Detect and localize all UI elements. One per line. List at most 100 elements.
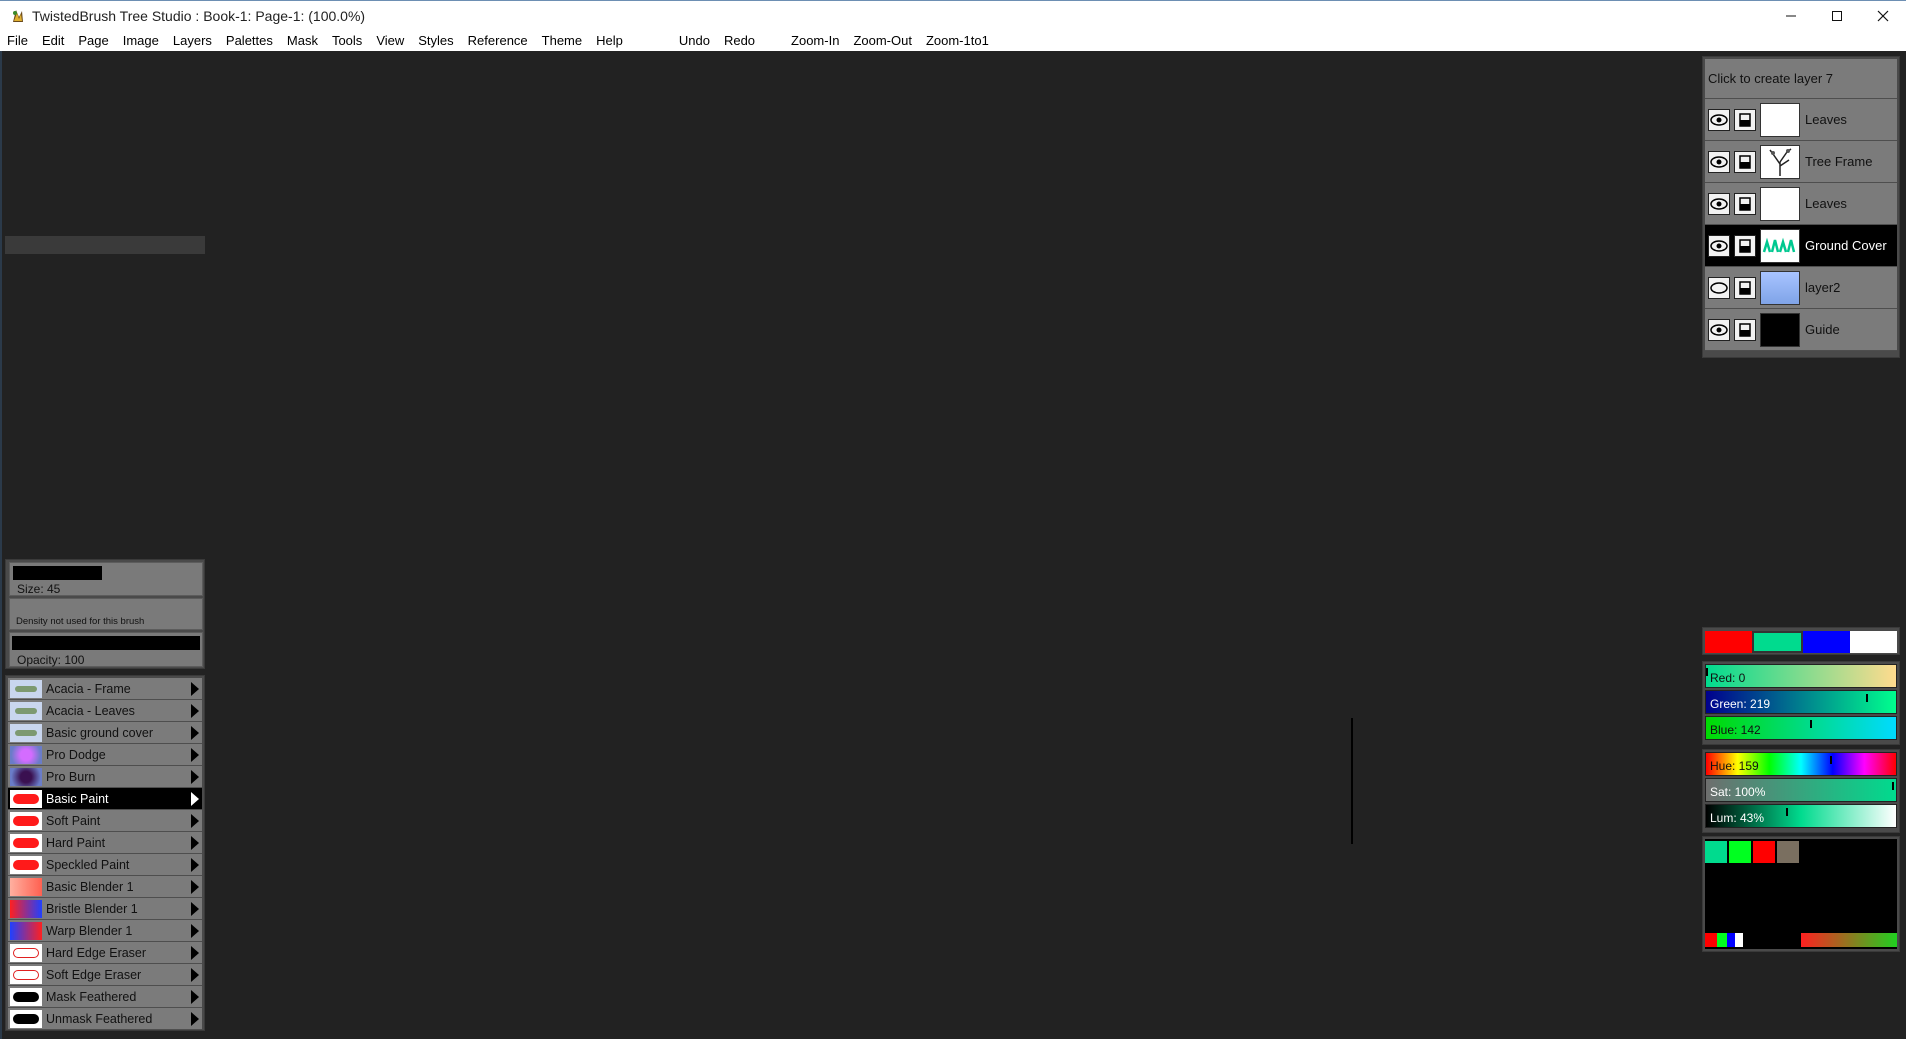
brush-item[interactable]: Acacia - Leaves xyxy=(8,700,202,722)
zoom-1to1-button[interactable]: Zoom-1to1 xyxy=(919,30,996,51)
brush-item[interactable]: Bristle Blender 1 xyxy=(8,898,202,920)
eye-icon[interactable] xyxy=(1708,318,1730,341)
create-layer-button[interactable]: Click to create layer 7 xyxy=(1705,59,1897,99)
lock-icon[interactable] xyxy=(1734,318,1756,341)
brush-item[interactable]: Unmask Feathered xyxy=(8,1008,202,1030)
lock-icon[interactable] xyxy=(1734,276,1756,299)
eye-closed-icon[interactable] xyxy=(1708,276,1730,299)
brush-item[interactable]: Warp Blender 1 xyxy=(8,920,202,942)
zoom-out-button[interactable]: Zoom-Out xyxy=(846,30,919,51)
brush-item[interactable]: Soft Paint xyxy=(8,810,202,832)
green-slider[interactable]: Green: 219 xyxy=(1705,690,1897,714)
hue-slider[interactable]: Hue: 159 xyxy=(1705,752,1897,776)
submenu-arrow-icon[interactable] xyxy=(191,1012,199,1026)
color-swatch[interactable] xyxy=(1850,631,1897,653)
minimize-icon[interactable] xyxy=(1768,1,1814,31)
eye-icon[interactable] xyxy=(1708,192,1730,215)
brush-item[interactable]: Basic Paint xyxy=(8,788,202,810)
submenu-arrow-icon[interactable] xyxy=(191,880,199,894)
lock-icon[interactable] xyxy=(1734,234,1756,257)
menu-view[interactable]: View xyxy=(369,30,411,51)
saturation-slider[interactable]: Sat: 100% xyxy=(1705,778,1897,802)
brush-item[interactable]: Speckled Paint xyxy=(8,854,202,876)
luminance-slider[interactable]: Lum: 43% xyxy=(1705,804,1897,828)
layer-row[interactable]: Guide xyxy=(1705,309,1897,351)
brush-item[interactable]: Mask Feathered xyxy=(8,986,202,1008)
submenu-arrow-icon[interactable] xyxy=(191,682,199,696)
burn-brush-icon xyxy=(10,767,42,786)
lock-icon[interactable] xyxy=(1734,192,1756,215)
menu-help[interactable]: Help xyxy=(589,30,630,51)
menu-page[interactable]: Page xyxy=(71,30,115,51)
submenu-arrow-icon[interactable] xyxy=(191,990,199,1004)
menu-image[interactable]: Image xyxy=(116,30,166,51)
menu-palettes[interactable]: Palettes xyxy=(219,30,280,51)
menu-styles[interactable]: Styles xyxy=(411,30,460,51)
red-slider[interactable]: Red: 0 xyxy=(1705,664,1897,688)
window-title: TwistedBrush Tree Studio : Book-1: Page-… xyxy=(32,7,366,24)
brush-item[interactable]: Acacia - Frame xyxy=(8,678,202,700)
palette-swatch[interactable] xyxy=(1753,841,1775,863)
title-bar: TwistedBrush Tree Studio : Book-1: Page-… xyxy=(0,0,1906,30)
brush-item[interactable]: Basic Blender 1 xyxy=(8,876,202,898)
submenu-arrow-icon[interactable] xyxy=(191,858,199,872)
palette-color-strip[interactable] xyxy=(1717,933,1727,947)
palette-color-strip[interactable] xyxy=(1727,933,1735,947)
eye-icon[interactable] xyxy=(1708,234,1730,257)
lock-icon[interactable] xyxy=(1734,150,1756,173)
blender-brush-icon xyxy=(10,877,42,896)
eye-icon[interactable] xyxy=(1708,108,1730,131)
menu-file[interactable]: File xyxy=(0,30,35,51)
submenu-arrow-icon[interactable] xyxy=(191,726,199,740)
palette-color-strip[interactable] xyxy=(1735,933,1743,947)
submenu-arrow-icon[interactable] xyxy=(191,836,199,850)
maximize-icon[interactable] xyxy=(1814,1,1860,31)
undo-button[interactable]: Undo xyxy=(672,30,717,51)
palette-gradient-strip[interactable] xyxy=(1801,933,1897,947)
close-icon[interactable] xyxy=(1860,1,1906,31)
palette-swatch[interactable] xyxy=(1777,841,1799,863)
redo-button[interactable]: Redo xyxy=(717,30,762,51)
luminance-slider-marker xyxy=(1786,808,1788,816)
brush-item[interactable]: Pro Dodge xyxy=(8,744,202,766)
brush-item[interactable]: Hard Paint xyxy=(8,832,202,854)
palette-color-strip[interactable] xyxy=(1705,933,1717,947)
palette-swatch[interactable] xyxy=(1705,841,1727,863)
brush-item[interactable]: Hard Edge Eraser xyxy=(8,942,202,964)
submenu-arrow-icon[interactable] xyxy=(191,924,199,938)
menu-theme[interactable]: Theme xyxy=(535,30,589,51)
density-slider[interactable]: Density not used for this brush xyxy=(9,598,203,630)
brush-item[interactable]: Basic ground cover xyxy=(8,722,202,744)
lock-icon[interactable] xyxy=(1734,108,1756,131)
layer-row[interactable]: layer2 xyxy=(1705,267,1897,309)
layer-row[interactable]: Ground Cover xyxy=(1705,225,1897,267)
submenu-arrow-icon[interactable] xyxy=(191,946,199,960)
eye-icon[interactable] xyxy=(1708,150,1730,173)
zoom-in-button[interactable]: Zoom-In xyxy=(784,30,846,51)
menu-layers[interactable]: Layers xyxy=(166,30,219,51)
brush-item[interactable]: Pro Burn xyxy=(8,766,202,788)
submenu-arrow-icon[interactable] xyxy=(191,902,199,916)
submenu-arrow-icon[interactable] xyxy=(191,704,199,718)
blue-slider[interactable]: Blue: 142 xyxy=(1705,716,1897,740)
layer-row[interactable]: Leaves xyxy=(1705,183,1897,225)
color-swatch[interactable] xyxy=(1705,631,1752,653)
submenu-arrow-icon[interactable] xyxy=(191,770,199,784)
submenu-arrow-icon[interactable] xyxy=(191,814,199,828)
menu-edit[interactable]: Edit xyxy=(35,30,71,51)
menu-reference[interactable]: Reference xyxy=(461,30,535,51)
submenu-arrow-icon[interactable] xyxy=(191,748,199,762)
menu-mask[interactable]: Mask xyxy=(280,30,325,51)
brush-item[interactable]: Soft Edge Eraser xyxy=(8,964,202,986)
color-swatch[interactable] xyxy=(1752,631,1803,653)
palette-swatch[interactable] xyxy=(1729,841,1751,863)
palette-area[interactable] xyxy=(1705,839,1897,949)
layer-row[interactable]: Leaves xyxy=(1705,99,1897,141)
submenu-arrow-icon[interactable] xyxy=(191,968,199,982)
menu-tools[interactable]: Tools xyxy=(325,30,369,51)
submenu-arrow-icon[interactable] xyxy=(191,792,199,806)
opacity-slider[interactable]: Opacity: 100 xyxy=(9,632,203,667)
size-slider[interactable]: Size: 45 xyxy=(9,562,203,596)
layer-row[interactable]: Tree Frame xyxy=(1705,141,1897,183)
color-swatch[interactable] xyxy=(1803,631,1850,653)
